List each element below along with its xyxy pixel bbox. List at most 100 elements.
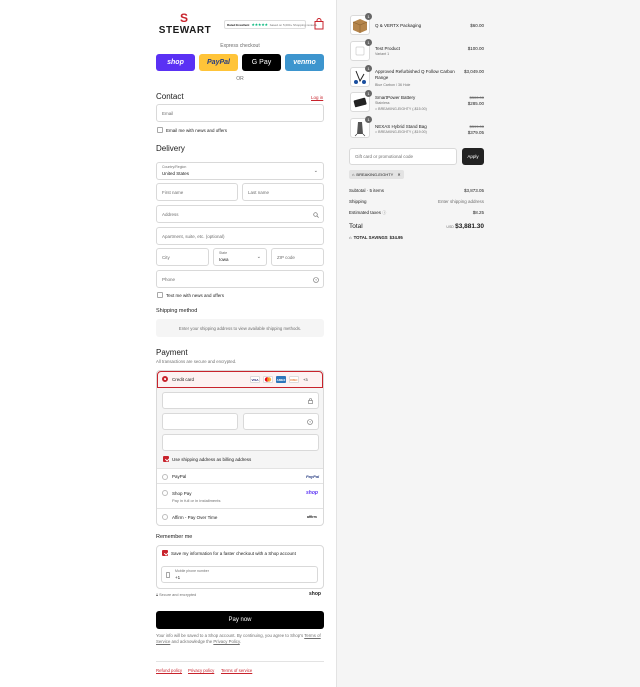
total-label: Total <box>349 223 363 230</box>
search-icon <box>313 212 319 218</box>
brand-initial: S <box>179 11 188 25</box>
lock-icon: 🔒︎ <box>156 593 159 597</box>
discount-text: BREAKING-EIGHTY (-$19.00) <box>378 130 427 134</box>
applied-code: BREAKING-EIGHTY <box>356 172 394 177</box>
product-price: $379.05 <box>467 130 484 135</box>
refund-policy-link[interactable]: Refund policy <box>156 668 182 673</box>
divider <box>157 468 323 469</box>
shop-pay-option-label: Shop Pay <box>172 491 192 496</box>
login-link[interactable]: Log in <box>311 95 323 100</box>
email-field[interactable]: Email <box>156 104 324 122</box>
card-number-field[interactable] <box>162 392 319 409</box>
product-name: NEXAS Hybrid Stand Bag <box>375 124 427 129</box>
shipping-method-message: Enter your shipping address to view avai… <box>156 319 324 337</box>
city-field[interactable]: City <box>156 248 209 266</box>
product-name: Test Product <box>375 46 401 51</box>
paypal-button[interactable]: PayPal <box>199 54 238 71</box>
name-on-card-field[interactable] <box>162 434 319 451</box>
remember-me-heading: Remember me <box>156 534 193 540</box>
affirm-radio[interactable] <box>162 514 168 520</box>
product-image: 1 <box>350 13 372 35</box>
shop-pay-button[interactable]: shop <box>156 54 195 71</box>
mobile-phone-label: Mobile phone number <box>175 569 209 573</box>
svg-text:?: ? <box>315 278 317 282</box>
savings-label: TOTAL SAVINGS <box>353 235 388 240</box>
divider <box>157 483 323 484</box>
first-name-field[interactable]: First name <box>156 183 238 201</box>
mastercard-icon <box>263 376 273 383</box>
shop-pay-radio[interactable] <box>162 490 168 496</box>
apartment-field[interactable]: Apartment, suite, etc. (optional) <box>156 227 324 245</box>
shipping-method-heading: Shipping method <box>156 308 198 314</box>
more-cards-badge: +3 <box>303 377 308 382</box>
billing-address-checkbox[interactable] <box>163 456 169 462</box>
product-price: $3,049.00 <box>463 69 484 74</box>
terms-of-service-footer-link[interactable]: Terms of service <box>221 668 252 673</box>
original-price: $300.00 <box>469 95 484 100</box>
rating-badge: Rated Excellent ★★★★★ based on 5,000+ Sh… <box>224 20 317 29</box>
rating-stars: ★★★★★ <box>251 22 268 27</box>
gift-card-field[interactable]: Gift card or promotional code <box>349 148 457 165</box>
info-icon[interactable]: ⓘ <box>382 210 386 215</box>
cart-bag-icon[interactable] <box>314 18 324 30</box>
google-pay-button[interactable]: G Pay <box>242 54 281 71</box>
mobile-phone-value: +1 <box>175 575 181 580</box>
country-value: United States <box>162 171 190 176</box>
taxes-label: Estimated taxes <box>349 210 382 215</box>
text-offers-checkbox[interactable] <box>157 292 163 298</box>
credit-card-label: Credit card <box>172 377 195 382</box>
currency: USD <box>446 225 454 229</box>
delivery-heading: Delivery <box>156 144 185 153</box>
store-logo[interactable]: S STEWART <box>156 12 214 38</box>
tag-icon: ⌂ <box>375 130 378 134</box>
product-variant: Stainless <box>375 101 390 105</box>
subtotal-row: Subtotal · 5 items $3,873.05 <box>349 188 484 193</box>
total-value: $3,881.30 <box>455 223 484 230</box>
disclaimer-text-2: and acknowledge the <box>171 639 213 645</box>
secure-text: Secure and encrypted <box>159 593 197 597</box>
pay-now-button[interactable]: Pay now <box>156 611 324 629</box>
discover-icon: DISC <box>289 376 299 383</box>
state-select[interactable]: State Iowa ⌄ <box>213 248 267 266</box>
zip-field[interactable]: ZIP code <box>271 248 324 266</box>
paypal-radio[interactable] <box>162 474 168 480</box>
product-name: Q & VERTX Packaging <box>375 23 422 28</box>
last-name-field[interactable]: Last name <box>242 183 324 201</box>
help-icon[interactable]: ? <box>313 277 319 283</box>
country-label: Country/Region <box>162 165 187 169</box>
divider <box>157 508 323 509</box>
credit-card-radio[interactable] <box>162 376 168 382</box>
phone-placeholder: Phone <box>162 276 176 282</box>
apartment-placeholder: Apartment, suite, etc. (optional) <box>162 233 225 239</box>
contact-heading: Contact <box>156 92 184 101</box>
expiration-field[interactable] <box>162 413 238 430</box>
product-variant: Blue Carbon / 36 Hole <box>375 83 411 87</box>
privacy-policy-footer-link[interactable]: Privacy policy <box>188 668 214 673</box>
newsletter-checkbox[interactable] <box>157 127 163 133</box>
gift-card-placeholder: Gift card or promotional code <box>355 154 414 159</box>
apply-button[interactable]: Apply <box>462 148 484 165</box>
mobile-phone-icon <box>166 572 170 578</box>
shipping-row: Shipping Enter shipping address <box>349 199 484 204</box>
help-icon[interactable]: ? <box>307 419 313 425</box>
discount-text: BREAKING-EIGHTY (-$15.00) <box>378 107 427 111</box>
payment-options: Credit card VISA AMEX DISC +3 ? Use ship… <box>156 370 324 526</box>
privacy-policy-link[interactable]: Privacy Policy <box>213 639 239 644</box>
mobile-phone-field[interactable]: Mobile phone number +1 <box>161 566 318 583</box>
first-name-placeholder: First name <box>162 189 184 195</box>
country-select[interactable]: Country/Region United States ⌄ <box>156 162 324 180</box>
subtotal-label: Subtotal · 5 items <box>349 188 385 193</box>
taxes-value: $8.25 <box>472 210 484 215</box>
amex-icon: AMEX <box>276 376 286 383</box>
address-field[interactable]: Address <box>156 205 324 223</box>
remove-code-icon[interactable]: ✕ <box>397 172 400 177</box>
newsletter-label: Email me with news and offers <box>166 128 227 133</box>
secure-label: 🔒︎ Secure and encrypted <box>156 593 196 597</box>
venmo-button[interactable]: venmo <box>285 54 324 71</box>
security-code-field[interactable]: ? <box>243 413 319 430</box>
rating-label: Rated Excellent <box>227 22 250 27</box>
shop-logo: shop <box>309 591 321 597</box>
address-placeholder: Address <box>162 211 179 217</box>
phone-field[interactable]: Phone ? <box>156 270 324 288</box>
save-info-checkbox[interactable] <box>162 550 168 556</box>
